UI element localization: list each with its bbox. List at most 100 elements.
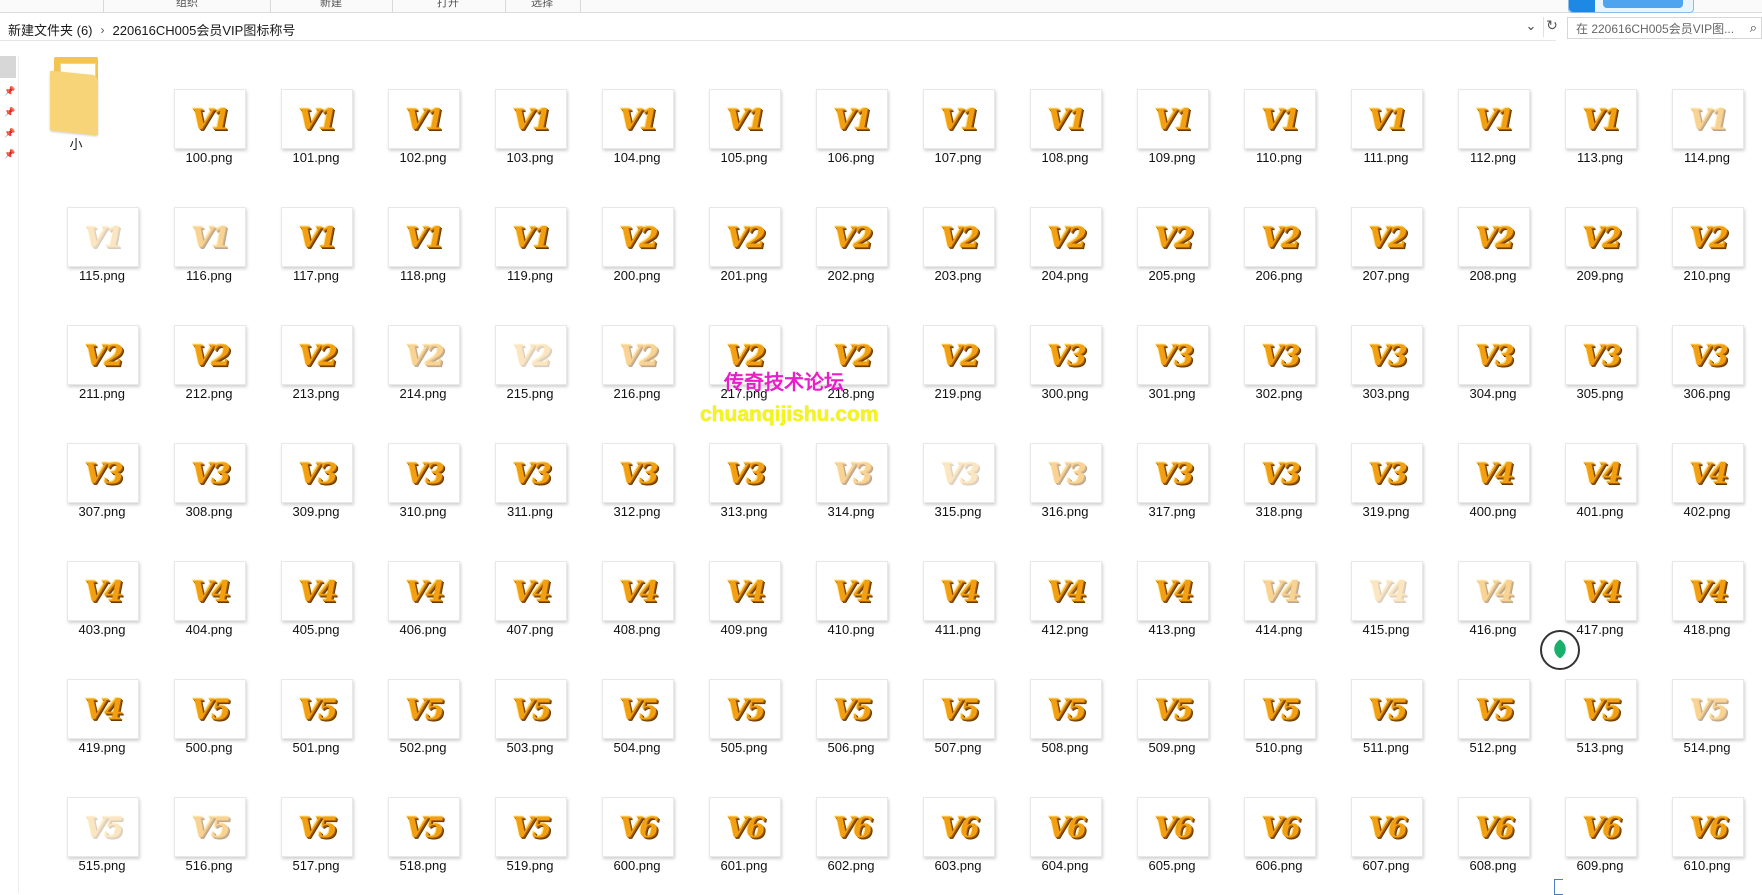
file-item[interactable]: V4 412.png [1003,524,1110,642]
file-item[interactable]: V5 508.png [1003,642,1110,760]
file-item[interactable]: V1 115.png [40,170,147,288]
ribbon-group-select[interactable]: 选择 [531,0,553,10]
file-item[interactable]: V2 214.png [361,288,468,406]
file-item[interactable]: V2 208.png [1431,170,1538,288]
chevron-down-icon[interactable]: ⌄ [1524,18,1538,34]
file-item[interactable]: V3 308.png [147,406,254,524]
pin-icon[interactable]: 📌 [4,149,15,160]
file-item[interactable]: V1 113.png [1538,52,1645,170]
file-item[interactable]: V1 116.png [147,170,254,288]
file-item[interactable]: V5 518.png [361,760,468,878]
file-item[interactable]: V4 419.png [40,642,147,760]
pin-icon[interactable]: 📌 [4,128,15,139]
file-item[interactable]: V6 601.png [682,760,789,878]
file-item[interactable]: V4 413.png [1110,524,1217,642]
file-item[interactable]: V5 512.png [1431,642,1538,760]
file-item[interactable]: V5 505.png [682,642,789,760]
file-item[interactable]: V4 405.png [254,524,361,642]
file-item[interactable]: V6 607.png [1324,760,1431,878]
file-item[interactable]: V1 100.png [147,52,254,170]
file-item[interactable]: V2 200.png [575,170,682,288]
file-item[interactable]: V4 403.png [40,524,147,642]
file-item[interactable]: V4 404.png [147,524,254,642]
file-item[interactable]: V4 416.png [1431,524,1538,642]
ribbon-group-open[interactable]: 打开 [437,0,459,10]
file-item[interactable]: V2 209.png [1538,170,1645,288]
file-item[interactable]: V1 117.png [254,170,361,288]
file-item[interactable]: V3 312.png [575,406,682,524]
file-item[interactable]: V4 414.png [1217,524,1324,642]
file-item[interactable]: V5 507.png [896,642,1003,760]
file-item[interactable]: V5 510.png [1217,642,1324,760]
file-item[interactable]: V6 603.png [896,760,1003,878]
file-item[interactable]: V3 300.png [1003,288,1110,406]
file-item[interactable]: V1 101.png [254,52,361,170]
file-item[interactable]: V2 219.png [896,288,1003,406]
file-item[interactable]: V2 202.png [789,170,896,288]
file-item[interactable]: V2 204.png [1003,170,1110,288]
file-item[interactable]: V3 316.png [1003,406,1110,524]
file-item[interactable]: V4 408.png [575,524,682,642]
file-item[interactable]: V5 514.png [1645,642,1752,760]
file-item[interactable]: V2 207.png [1324,170,1431,288]
file-item[interactable]: V3 304.png [1431,288,1538,406]
search-icon[interactable]: ⌕ [1750,20,1757,36]
file-item[interactable]: V1 106.png [789,52,896,170]
file-item[interactable]: V1 104.png [575,52,682,170]
file-item[interactable]: V5 503.png [468,642,575,760]
file-item[interactable]: V1 107.png [896,52,1003,170]
file-item[interactable]: V2 213.png [254,288,361,406]
file-item[interactable]: V6 605.png [1110,760,1217,878]
file-item[interactable]: V4 418.png [1645,524,1752,642]
file-item[interactable]: V4 402.png [1645,406,1752,524]
file-item[interactable]: V1 103.png [468,52,575,170]
file-item[interactable]: V1 112.png [1431,52,1538,170]
file-item[interactable]: V4 407.png [468,524,575,642]
address-bar[interactable]: 新建文件夹 (6) › 220616CH005会员VIP图标称号 ⌄ ↻ [0,16,1558,41]
file-item[interactable]: V5 511.png [1324,642,1431,760]
file-item[interactable]: V4 411.png [896,524,1003,642]
file-item[interactable]: V6 600.png [575,760,682,878]
file-item[interactable]: V3 301.png [1110,288,1217,406]
file-item[interactable]: V3 306.png [1645,288,1752,406]
file-item[interactable]: V3 302.png [1217,288,1324,406]
file-item[interactable]: V1 110.png [1217,52,1324,170]
pin-icon[interactable]: 📌 [4,107,15,118]
file-item[interactable]: V6 608.png [1431,760,1538,878]
file-item[interactable]: V2 211.png [40,288,147,406]
file-item[interactable]: V5 506.png [789,642,896,760]
file-item[interactable]: V3 311.png [468,406,575,524]
file-item[interactable]: V4 406.png [361,524,468,642]
ribbon-group-organize[interactable]: 组织 [176,0,198,10]
file-item[interactable]: V6 610.png [1645,760,1752,878]
file-item[interactable]: V2 201.png [682,170,789,288]
file-item[interactable]: V4 400.png [1431,406,1538,524]
file-item[interactable]: V6 602.png [789,760,896,878]
file-item[interactable]: V3 318.png [1217,406,1324,524]
file-item[interactable]: V5 515.png [40,760,147,878]
file-item[interactable]: V3 303.png [1324,288,1431,406]
file-item[interactable]: V2 205.png [1110,170,1217,288]
file-item[interactable]: V2 210.png [1645,170,1752,288]
pin-icon[interactable]: 📌 [4,86,15,97]
file-item[interactable]: V5 509.png [1110,642,1217,760]
file-item[interactable]: V1 111.png [1324,52,1431,170]
file-item[interactable]: V2 203.png [896,170,1003,288]
file-item[interactable]: V3 317.png [1110,406,1217,524]
file-item[interactable]: V3 319.png [1324,406,1431,524]
file-item[interactable]: V4 401.png [1538,406,1645,524]
file-item[interactable]: V6 609.png [1538,760,1645,878]
file-item[interactable]: V2 215.png [468,288,575,406]
file-item[interactable]: V5 504.png [575,642,682,760]
file-item[interactable]: V5 516.png [147,760,254,878]
file-item[interactable]: V4 409.png [682,524,789,642]
file-item[interactable]: V6 606.png [1217,760,1324,878]
file-item[interactable]: V3 305.png [1538,288,1645,406]
file-item[interactable]: V5 517.png [254,760,361,878]
breadcrumb-current[interactable]: 220616CH005会员VIP图标称号 [113,20,296,39]
floating-assistant-button[interactable] [1540,630,1580,670]
file-item[interactable]: V3 315.png [896,406,1003,524]
file-item[interactable]: V1 114.png [1645,52,1752,170]
file-item[interactable]: V1 119.png [468,170,575,288]
search-input[interactable]: 在 220616CH005会员VIP图... ⌕ [1567,17,1762,39]
